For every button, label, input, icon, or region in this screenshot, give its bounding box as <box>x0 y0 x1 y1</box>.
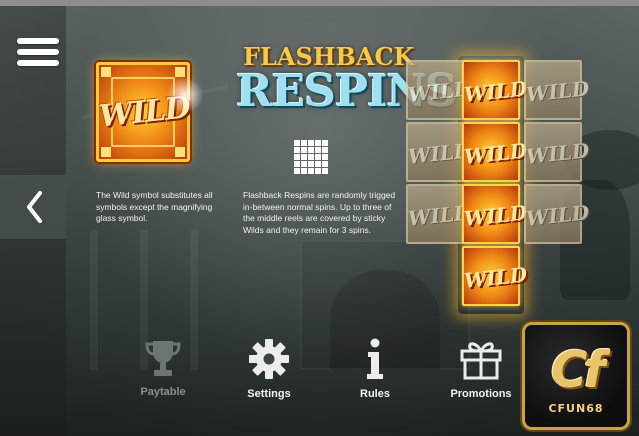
nav-promotions[interactable]: Promotions <box>436 338 526 400</box>
cf-logo-mark: Cf <box>550 341 605 399</box>
reel-grid-icon <box>294 140 328 174</box>
trophy-icon <box>145 341 181 376</box>
info-icon <box>367 338 383 379</box>
wild-symbol-text: WILD <box>524 138 591 169</box>
wild-symbol: WILD <box>406 60 473 120</box>
wild-symbol-text: WILD <box>462 200 529 231</box>
reel-column-left: WILD WILD WILD <box>406 60 473 246</box>
wild-symbol: WILD <box>524 122 591 182</box>
column <box>90 230 98 370</box>
gift-icon <box>460 342 502 380</box>
feature-description: Flashback Respins are randomly trigged i… <box>243 190 396 235</box>
top-strip <box>0 0 639 6</box>
nav-paytable-label: Paytable <box>140 386 186 398</box>
nav-settings-label: Settings <box>247 388 291 400</box>
wild-symbol-text: WILD <box>462 138 529 169</box>
nav-paytable: Paytable <box>118 338 208 398</box>
nav-rules[interactable]: Rules <box>330 338 420 400</box>
previous-page-button[interactable] <box>0 175 66 239</box>
reel-column-middle: WILD WILD WILD WILD <box>462 60 529 308</box>
wild-symbol-text: WILD <box>406 76 473 107</box>
wild-symbol-text: WILD <box>406 138 473 169</box>
wild-symbol-text: WILD <box>524 76 591 107</box>
cfun68-watermark-logo: Cf CFUN68 <box>522 322 630 430</box>
wild-symbol-text: WILD <box>406 200 473 231</box>
wild-symbol: WILD <box>462 60 529 120</box>
gear-icon <box>249 339 289 379</box>
wild-description: The Wild symbol substitutes all symbols … <box>96 190 213 223</box>
feature-logo-line2: RESPINS <box>236 66 458 117</box>
chevron-left-icon <box>27 191 42 223</box>
sparkle-icon <box>165 75 205 115</box>
wild-symbol-text: WILD <box>462 76 529 107</box>
wild-symbol: WILD <box>406 184 473 244</box>
wild-symbol: WILD <box>462 122 529 182</box>
hamburger-menu-icon[interactable] <box>17 38 59 72</box>
wild-symbol: WILD <box>462 246 529 306</box>
wild-symbol-text: WILD <box>462 262 529 293</box>
wild-symbol: WILD <box>524 184 591 244</box>
wild-symbol: WILD <box>524 60 591 120</box>
wild-symbol-tile: WILD <box>96 62 205 162</box>
wild-symbol-text: WILD <box>524 200 591 231</box>
nav-rules-label: Rules <box>360 388 390 400</box>
nav-promotions-label: Promotions <box>450 388 512 400</box>
cf-logo-text: CFUN68 <box>548 402 604 415</box>
wild-symbol: WILD <box>462 184 529 244</box>
nav-settings[interactable]: Settings <box>224 338 314 400</box>
wild-symbol: WILD <box>406 122 473 182</box>
reel-column-right: WILD WILD WILD <box>524 60 591 246</box>
